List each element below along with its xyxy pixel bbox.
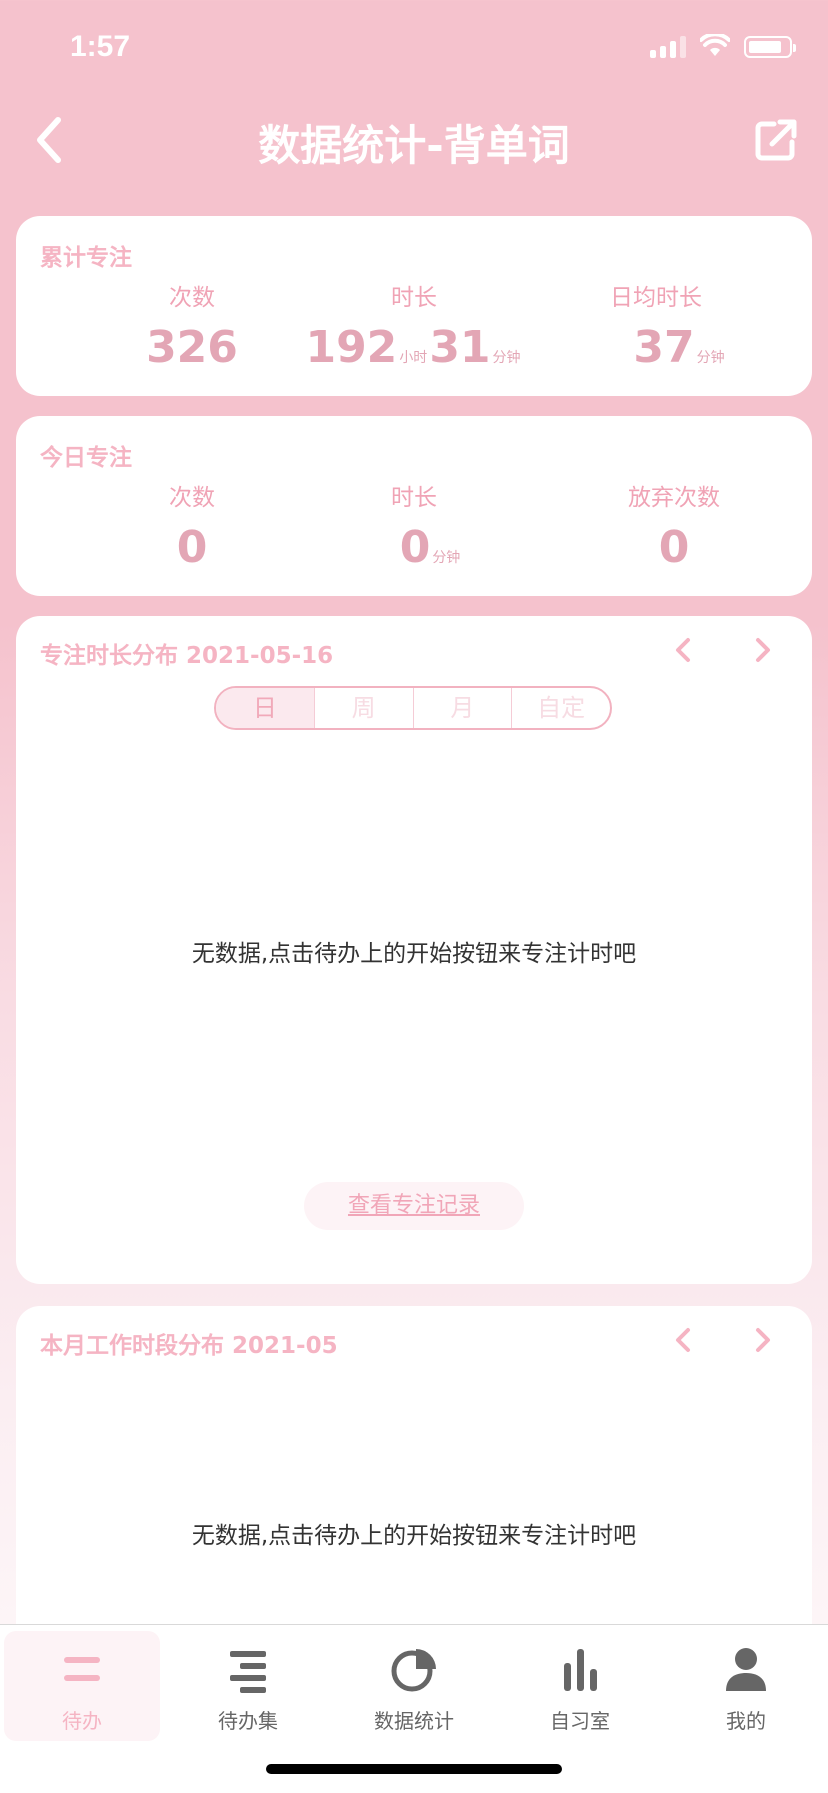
period-segmented-control: 日 周 月 自定 <box>214 686 612 730</box>
today-duration-value: 0 分钟 <box>294 522 534 573</box>
total-duration-head: 时长 <box>391 285 437 311</box>
tab-week[interactable]: 周 <box>313 688 413 728</box>
battery-icon <box>744 36 796 58</box>
daily-average-number: 37 <box>633 322 695 373</box>
tab-mine[interactable]: 我的 <box>668 1631 824 1741</box>
tab-statistics-label: 数据统计 <box>374 1709 454 1733</box>
daily-average-unit: 分钟 <box>696 350 725 366</box>
tab-todo-set-label: 待办集 <box>218 1709 278 1733</box>
prev-month-icon[interactable] <box>664 1320 704 1360</box>
user-icon <box>726 1648 766 1691</box>
total-duration-value: 192 小时31 分钟 <box>294 322 534 373</box>
status-time: 1:57 <box>70 30 131 63</box>
wifi-icon <box>700 34 730 56</box>
distribution-title: 专注时长分布 2021-05-16 <box>40 643 334 669</box>
daily-average-head: 日均时长 <box>610 285 702 311</box>
tab-todo-label: 待办 <box>62 1709 102 1733</box>
todo-set-icon <box>230 1651 266 1693</box>
next-month-icon[interactable] <box>742 1320 782 1360</box>
hours-unit: 小时 <box>399 350 428 366</box>
status-bar: 1:57 <box>0 0 828 100</box>
tab-study-room-label: 自习室 <box>550 1709 610 1733</box>
status-icons <box>650 34 796 58</box>
total-hours-value: 192 <box>305 322 398 373</box>
focus-distribution-card: 专注时长分布 2021-05-16 日 周 月 自定 无数据,点击待办上的开始按… <box>16 616 812 1284</box>
signal-icon <box>650 34 686 58</box>
total-minutes-value: 31 <box>429 322 491 373</box>
next-date-icon[interactable] <box>742 630 782 670</box>
today-count-value: 0 <box>176 522 208 573</box>
tab-month[interactable]: 月 <box>412 688 512 728</box>
today-duration-number: 0 <box>399 522 431 573</box>
monthly-empty-message: 无数据,点击待办上的开始按钮来专注计时吧 <box>191 1523 637 1549</box>
total-count-head: 次数 <box>169 285 215 311</box>
tab-todo-set[interactable]: 待办集 <box>170 1631 326 1741</box>
today-duration-unit: 分钟 <box>432 550 461 566</box>
daily-average-stat: 日均时长 37 分钟 <box>536 278 776 373</box>
bar-chart-icon <box>564 1649 597 1691</box>
monthly-title: 本月工作时段分布 2021-05 <box>40 1333 338 1359</box>
tab-custom[interactable]: 自定 <box>511 688 610 728</box>
today-giveup-value: 0 <box>658 522 690 573</box>
total-duration-stat: 时长 192 小时31 分钟 <box>294 278 534 373</box>
today-count-stat: 次数 0 <box>72 478 312 573</box>
tab-day[interactable]: 日 <box>216 688 314 728</box>
tab-statistics[interactable]: 数据统计 <box>336 1631 492 1741</box>
share-icon[interactable] <box>748 112 804 168</box>
today-giveup-head: 放弃次数 <box>628 485 720 511</box>
todo-icon <box>64 1657 100 1681</box>
today-duration-stat: 时长 0 分钟 <box>294 478 534 573</box>
tab-todo[interactable]: 待办 <box>4 1631 160 1741</box>
tab-mine-label: 我的 <box>726 1709 766 1733</box>
total-count-value: 326 <box>146 322 238 373</box>
tab-study-room[interactable]: 自习室 <box>502 1631 658 1741</box>
total-count-stat: 次数 326 <box>72 278 312 373</box>
today-giveup-stat: 放弃次数 0 <box>554 478 794 573</box>
today-focus-label: 今日专注 <box>40 445 132 471</box>
page-title: 数据统计-背单词 <box>258 121 570 170</box>
monthly-distribution-card: 本月工作时段分布 2021-05 无数据,点击待办上的开始按钮来专注计时吧 <box>16 1306 812 1666</box>
total-focus-card: 累计专注 次数 326 时长 192 小时31 分钟 日均时长 37 分钟 <box>16 216 812 396</box>
pie-chart-icon <box>391 1649 436 1692</box>
home-indicator[interactable] <box>266 1764 562 1774</box>
distribution-empty-message: 无数据,点击待办上的开始按钮来专注计时吧 <box>191 941 637 967</box>
today-count-head: 次数 <box>169 485 215 511</box>
minutes-unit: 分钟 <box>492 350 521 366</box>
prev-date-icon[interactable] <box>664 630 704 670</box>
nav-bar: 数据统计-背单词 <box>0 100 828 180</box>
total-focus-label: 累计专注 <box>40 245 132 271</box>
daily-average-value: 37 分钟 <box>536 322 776 373</box>
today-focus-card: 今日专注 次数 0 时长 0 分钟 放弃次数 0 <box>16 416 812 596</box>
view-focus-records-link[interactable]: 查看专注记录 <box>304 1182 524 1230</box>
today-duration-head: 时长 <box>391 485 437 511</box>
